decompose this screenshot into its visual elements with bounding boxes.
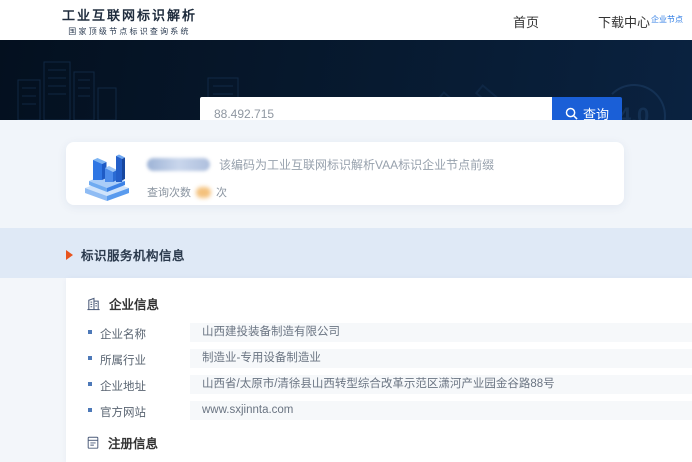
building-icon xyxy=(86,296,101,311)
nav-download-label: 下载中心 xyxy=(598,15,650,30)
redacted-code xyxy=(147,158,210,171)
industry-value: 制造业-专用设备制造业 xyxy=(190,349,692,368)
triangle-marker-icon xyxy=(66,250,73,260)
detail-section: 企业信息 企业名称 山西建投装备制造有限公司 所属行业 制造业-专用设备制造业 … xyxy=(0,278,692,462)
registration-info-header: 注册信息 xyxy=(86,433,158,452)
table-row: 企业地址 山西省/太原市/清徐县山西转型综合改革示范区潇河产业园金谷路88号 xyxy=(66,375,692,394)
logo-subtitle: 国家顶级节点标识查询系统 xyxy=(62,26,197,37)
table-row: 官方网站 www.sxjinnta.com xyxy=(66,401,692,420)
result-body: 该编码为工业互联网标识解析VAA标识企业节点前缀 查询次数 次 xyxy=(147,156,612,200)
row-value-bar: 制造业-专用设备制造业 xyxy=(190,349,692,368)
result-message-line: 该编码为工业互联网标识解析VAA标识企业节点前缀 xyxy=(147,156,612,173)
logo-title: 工业互联网标识解析 xyxy=(62,5,197,24)
search-icon xyxy=(565,107,578,120)
row-value-bar: 山西省/太原市/清徐县山西转型综合改革示范区潇河产业园金谷路88号 xyxy=(190,375,692,394)
company-info-title: 企业信息 xyxy=(109,294,159,313)
nav-home[interactable]: 首页 xyxy=(513,12,539,31)
row-value-bar: www.sxjinnta.com xyxy=(190,401,692,420)
row-value-bar: 山西建投装备制造有限公司 xyxy=(190,323,692,342)
page: 工业互联网标识解析 国家顶级节点标识查询系统 首页 下载中心企业节点 4.0 xyxy=(0,0,692,462)
redacted-count xyxy=(196,187,211,198)
company-name-value: 山西建投装备制造有限公司 xyxy=(190,323,692,342)
row-label: 所属行业 xyxy=(100,352,146,368)
query-count-unit: 次 xyxy=(216,184,227,200)
row-label: 企业地址 xyxy=(100,378,146,394)
bullet-icon xyxy=(88,330,92,334)
table-row: 企业名称 山西建投装备制造有限公司 xyxy=(66,323,692,342)
query-count-label: 查询次数 xyxy=(147,184,191,200)
bullet-icon xyxy=(88,356,92,360)
company-info-card: 企业信息 企业名称 山西建投装备制造有限公司 所属行业 制造业-专用设备制造业 … xyxy=(66,278,692,462)
hero-banner: 4.0 查询 xyxy=(0,40,692,120)
row-label: 官方网站 xyxy=(100,404,146,420)
table-row: 所属行业 制造业-专用设备制造业 xyxy=(66,349,692,368)
section-title: 标识服务机构信息 xyxy=(81,245,185,264)
result-card: 该编码为工业互联网标识解析VAA标识企业节点前缀 查询次数 次 xyxy=(66,142,624,205)
registration-info-title: 注册信息 xyxy=(108,433,158,452)
logo[interactable]: 工业互联网标识解析 国家顶级节点标识查询系统 xyxy=(62,5,197,37)
query-count-line: 查询次数 次 xyxy=(147,184,612,200)
address-value: 山西省/太原市/清徐县山西转型综合改革示范区潇河产业园金谷路88号 xyxy=(190,375,692,394)
bullet-icon xyxy=(88,408,92,412)
company-info-header: 企业信息 xyxy=(86,294,159,313)
nav-download-center[interactable]: 下载中心企业节点 xyxy=(598,12,683,31)
identifier-cube-icon xyxy=(78,146,136,202)
row-label: 企业名称 xyxy=(100,326,146,342)
top-header: 工业互联网标识解析 国家顶级节点标识查询系统 首页 下载中心企业节点 xyxy=(0,0,692,40)
section-band: 标识服务机构信息 xyxy=(0,228,692,278)
clipboard-icon xyxy=(86,435,100,450)
website-value[interactable]: www.sxjinnta.com xyxy=(190,401,692,420)
nav-download-badge: 企业节点 xyxy=(651,15,683,24)
result-section: 该编码为工业互联网标识解析VAA标识企业节点前缀 查询次数 次 xyxy=(0,120,692,228)
result-message: 该编码为工业互联网标识解析VAA标识企业节点前缀 xyxy=(219,156,494,173)
section-header: 标识服务机构信息 xyxy=(66,245,185,264)
bullet-icon xyxy=(88,382,92,386)
